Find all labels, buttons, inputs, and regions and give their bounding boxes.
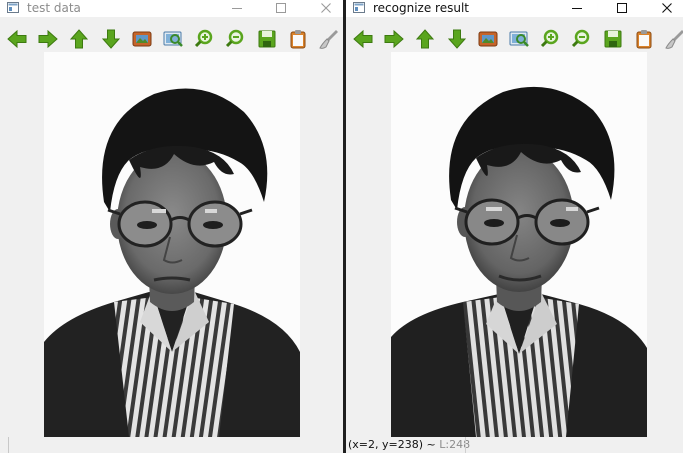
- zoom-original-button[interactable]: [161, 27, 185, 51]
- properties-button[interactable]: [317, 27, 341, 51]
- copy-button[interactable]: [286, 27, 310, 51]
- pan-up-button[interactable]: [67, 27, 91, 51]
- pan-right-button[interactable]: [382, 27, 406, 51]
- minimize-icon: [572, 8, 582, 9]
- zoom-in-icon: [541, 29, 559, 48]
- minimize-button[interactable]: [562, 0, 592, 17]
- minimize-icon: [232, 8, 242, 9]
- status-divider: [465, 437, 466, 453]
- properties-button[interactable]: [663, 27, 683, 51]
- close-button[interactable]: [311, 0, 341, 17]
- arrow-right-icon: [38, 29, 58, 49]
- close-icon: [662, 3, 672, 13]
- floppy-disk-icon: [604, 30, 622, 48]
- arrow-down-icon: [447, 29, 466, 49]
- zoom-fit-button[interactable]: [476, 27, 500, 51]
- pan-down-button[interactable]: [445, 27, 469, 51]
- pan-down-button[interactable]: [99, 27, 123, 51]
- zoom-in-button[interactable]: [192, 27, 216, 51]
- image-fit-icon: [132, 31, 152, 47]
- arrow-left-icon: [353, 29, 373, 49]
- zoom-image-icon: [163, 31, 183, 47]
- image-fit-icon: [478, 31, 498, 47]
- zoom-out-icon: [226, 29, 244, 48]
- zoom-image-icon: [509, 31, 529, 47]
- recognize-result-window: recognize result (x=2, y=238) ~ L:248: [346, 0, 683, 453]
- zoom-in-icon: [195, 29, 213, 48]
- brush-icon: [319, 30, 338, 49]
- maximize-icon: [276, 3, 286, 13]
- test-data-window: test data: [0, 0, 343, 453]
- copy-button[interactable]: [632, 27, 656, 51]
- arrow-right-icon: [384, 29, 404, 49]
- pan-left-button[interactable]: [5, 27, 29, 51]
- save-button[interactable]: [255, 27, 279, 51]
- pan-right-button[interactable]: [36, 27, 60, 51]
- status-bar: (x=2, y=238) ~ L:248: [346, 437, 683, 453]
- test-face-image[interactable]: [44, 52, 300, 437]
- zoom-in-button[interactable]: [538, 27, 562, 51]
- app-window-icon: [7, 2, 19, 13]
- result-face-image[interactable]: [391, 52, 647, 437]
- close-button[interactable]: [652, 0, 682, 17]
- maximize-icon: [617, 3, 627, 13]
- clipboard-icon: [636, 30, 652, 49]
- minimize-button[interactable]: [222, 0, 252, 17]
- cursor-coordinates: (x=2, y=238) ~: [348, 438, 440, 451]
- arrow-left-icon: [7, 29, 27, 49]
- pan-left-button[interactable]: [351, 27, 375, 51]
- arrow-up-icon: [70, 29, 89, 49]
- status-bar: [0, 437, 343, 453]
- title-bar[interactable]: recognize result: [346, 0, 683, 17]
- zoom-fit-button[interactable]: [130, 27, 154, 51]
- status-divider: [8, 437, 9, 453]
- window-title: test data: [27, 1, 81, 15]
- floppy-disk-icon: [258, 30, 276, 48]
- close-icon: [321, 3, 331, 13]
- brush-icon: [665, 30, 683, 49]
- save-button[interactable]: [601, 27, 625, 51]
- maximize-button[interactable]: [607, 0, 637, 17]
- app-window-icon: [353, 2, 365, 13]
- maximize-button[interactable]: [266, 0, 296, 17]
- zoom-original-button[interactable]: [507, 27, 531, 51]
- arrow-down-icon: [101, 29, 120, 49]
- zoom-out-button[interactable]: [569, 27, 593, 51]
- zoom-out-icon: [572, 29, 590, 48]
- arrow-up-icon: [416, 29, 435, 49]
- toolbar: [0, 22, 343, 56]
- zoom-out-button[interactable]: [223, 27, 247, 51]
- status-readout: (x=2, y=238) ~ L:248: [348, 438, 470, 452]
- pan-up-button[interactable]: [413, 27, 437, 51]
- clipboard-icon: [290, 30, 306, 49]
- toolbar: [346, 22, 683, 56]
- window-title: recognize result: [373, 1, 469, 15]
- title-bar[interactable]: test data: [0, 0, 343, 17]
